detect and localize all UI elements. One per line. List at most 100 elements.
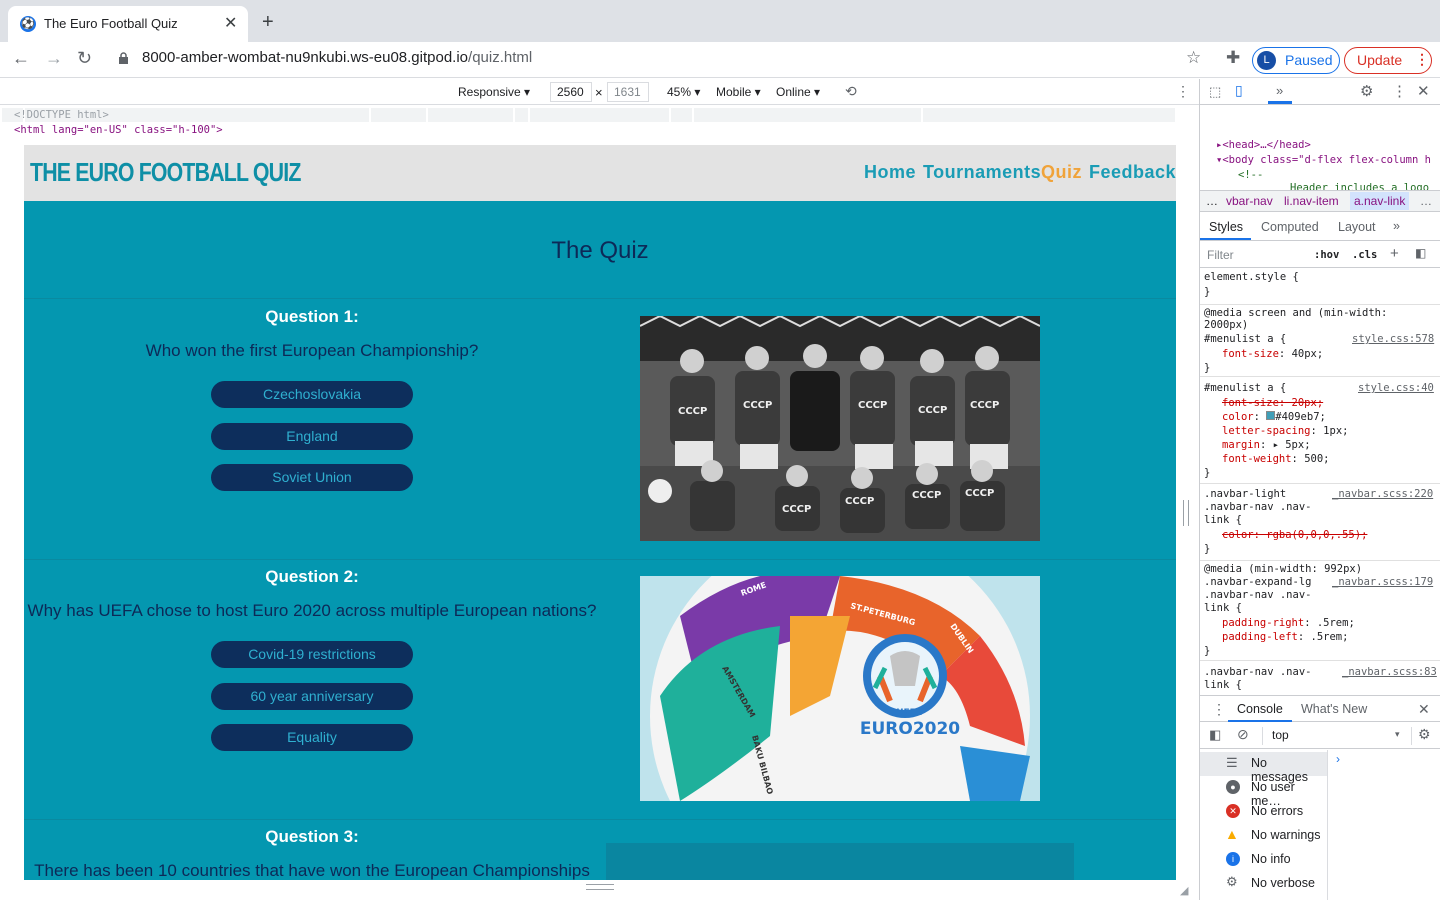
context-select[interactable]: top ▾ [1262, 727, 1412, 745]
filter-info[interactable]: i No info [1200, 848, 1327, 872]
selector[interactable]: .navbar-nav .nav- [1204, 666, 1311, 678]
property-value[interactable]: 500; [1304, 453, 1329, 465]
device-toggle-icon[interactable]: ▯ [1235, 82, 1243, 99]
selector[interactable]: #menulist a { [1204, 382, 1286, 394]
forward-icon[interactable]: → [45, 48, 63, 69]
hov-toggle[interactable]: :hov [1314, 249, 1339, 261]
selector[interactable]: #menulist a { [1204, 333, 1286, 345]
cls-toggle[interactable]: .cls [1352, 249, 1377, 261]
lock-icon[interactable] [118, 52, 129, 65]
tab-styles[interactable]: Styles [1209, 220, 1243, 234]
nav-link-feedback[interactable]: Feedback [1089, 162, 1176, 183]
property-value[interactable]: .5rem; [1311, 631, 1349, 643]
sidebar-toggle-icon[interactable]: ◧ [1415, 246, 1426, 260]
bookmark-star-icon[interactable]: ☆ [1186, 48, 1201, 68]
resize-bottom-handle[interactable] [586, 884, 614, 890]
back-icon[interactable]: ← [12, 48, 30, 69]
breadcrumb-item[interactable]: li.nav-item [1284, 194, 1339, 208]
dom-line[interactable]: ▸<head>…</head> [1216, 139, 1311, 151]
breadcrumb-more[interactable]: … [1206, 194, 1218, 208]
ruler-segment[interactable] [694, 108, 922, 122]
responsive-select[interactable]: Responsive ▾ [458, 85, 530, 99]
ruler-segment[interactable] [923, 108, 1176, 122]
filter-input[interactable]: Filter [1207, 248, 1234, 262]
settings-gear-icon[interactable]: ⚙ [1360, 82, 1373, 100]
selector[interactable]: .navbar-nav .nav- [1204, 501, 1311, 513]
ruler-segment[interactable] [371, 108, 427, 122]
color-swatch[interactable] [1266, 411, 1276, 420]
throttle-select[interactable]: Online ▾ [776, 85, 820, 99]
height-input[interactable]: 1631 [607, 82, 649, 102]
kebab-menu-icon[interactable]: ⋮ [1415, 51, 1429, 68]
selector[interactable]: element.style { [1204, 271, 1299, 283]
selector[interactable]: link { [1204, 602, 1242, 614]
answer-button[interactable]: 60 year anniversary [211, 683, 413, 710]
browser-tab[interactable]: ⚽ The Euro Football Quiz ✕ [8, 6, 248, 42]
nav-link-tournaments[interactable]: Tournaments [923, 162, 1041, 183]
resize-right-handle[interactable] [1183, 500, 1189, 526]
selector[interactable]: .navbar-expand-lg [1204, 576, 1311, 588]
property-name[interactable]: font-weight [1222, 453, 1292, 465]
rotate-icon[interactable]: ⟲ [845, 83, 857, 100]
selector[interactable]: link { [1204, 514, 1242, 526]
new-rule-icon[interactable]: + [1390, 245, 1399, 262]
source-link[interactable]: _navbar.scss:179 [1332, 576, 1433, 588]
width-input[interactable]: 2560 [550, 82, 592, 102]
clear-console-icon[interactable]: ⊘ [1237, 726, 1249, 743]
property-value[interactable]: #409eb7; [1275, 411, 1326, 423]
address-bar[interactable]: 8000-amber-wombat-nu9nkubi.ws-eu08.gitpo… [142, 49, 532, 66]
device-more-icon[interactable]: ⋮ [1176, 83, 1190, 100]
ruler-segment[interactable] [530, 108, 670, 122]
new-tab-button[interactable]: + [262, 11, 274, 34]
property-value[interactable]: 1px; [1323, 425, 1348, 437]
selector[interactable]: .navbar-nav .nav- [1204, 589, 1311, 601]
dom-line[interactable]: <!DOCTYPE html> [14, 109, 109, 121]
filter-verbose[interactable]: ⚙ No verbose [1200, 872, 1327, 896]
filter-warnings[interactable]: ▲ No warnings [1200, 824, 1327, 848]
drawer-close-icon[interactable]: ✕ [1418, 701, 1430, 718]
breadcrumb-item[interactable]: vbar-nav [1226, 194, 1273, 208]
answer-button[interactable]: Soviet Union [211, 464, 413, 491]
source-link[interactable]: _navbar.scss:220 [1332, 488, 1433, 500]
property-name[interactable]: margin [1222, 439, 1260, 451]
property-value[interactable]: ▸ 5px; [1273, 439, 1311, 451]
answer-button[interactable]: Equality [211, 724, 413, 751]
property-value[interactable]: 40px; [1292, 348, 1324, 360]
devtools-close-icon[interactable]: ✕ [1417, 82, 1430, 100]
property-name[interactable]: letter-spacing [1222, 425, 1311, 437]
ruler-segment[interactable] [515, 108, 529, 122]
tab-computed[interactable]: Computed [1261, 220, 1319, 234]
property-value[interactable]: .5rem; [1317, 617, 1355, 629]
extensions-puzzle-icon[interactable]: ✚ [1226, 48, 1240, 68]
ruler-segment[interactable] [428, 108, 514, 122]
profile-button[interactable]: L Paused [1252, 47, 1340, 74]
nav-link-home[interactable]: Home [864, 162, 916, 183]
filter-messages[interactable]: ☰ No messages [1200, 752, 1327, 784]
more-panels-icon[interactable]: » [1276, 83, 1283, 98]
tab-whats-new[interactable]: What's New [1301, 702, 1367, 716]
property-name[interactable]: padding-left [1222, 631, 1298, 643]
inspect-element-icon[interactable]: ⬚ [1209, 84, 1221, 100]
filter-errors[interactable]: ✕ No errors [1200, 800, 1327, 824]
dom-line[interactable]: ▾<body class="d-flex flex-column h [1216, 154, 1431, 166]
update-button[interactable]: Update ⋮ [1344, 47, 1432, 74]
source-link[interactable]: _navbar.scss:83 [1342, 666, 1437, 678]
breadcrumb-item-active[interactable]: a.nav-link [1350, 192, 1410, 210]
property-name[interactable]: color [1222, 411, 1254, 423]
more-tabs-icon[interactable]: » [1393, 219, 1400, 233]
ruler-segment[interactable] [671, 108, 693, 122]
reload-icon[interactable]: ↻ [77, 48, 92, 69]
dom-line[interactable]: Header includes a logo [1290, 182, 1429, 190]
devtools-menu-icon[interactable]: ⋮ [1392, 82, 1407, 100]
selector[interactable]: .navbar-light [1204, 488, 1286, 500]
property-name[interactable]: font-size [1222, 348, 1279, 360]
answer-button[interactable]: Covid-19 restrictions [211, 641, 413, 668]
tab-console[interactable]: Console [1237, 702, 1283, 716]
zoom-select[interactable]: 45% ▾ [667, 85, 700, 99]
resize-corner-handle[interactable]: ◢ [1180, 884, 1188, 897]
console-sidebar-icon[interactable]: ◧ [1209, 727, 1221, 743]
source-link[interactable]: style.css:578 [1352, 333, 1434, 345]
dom-line[interactable]: <html lang="en-US" class="h-100"> [14, 124, 223, 136]
console-output[interactable]: › [1327, 750, 1440, 900]
site-brand[interactable]: THE EURO FOOTBALL QUIZ [30, 157, 301, 188]
